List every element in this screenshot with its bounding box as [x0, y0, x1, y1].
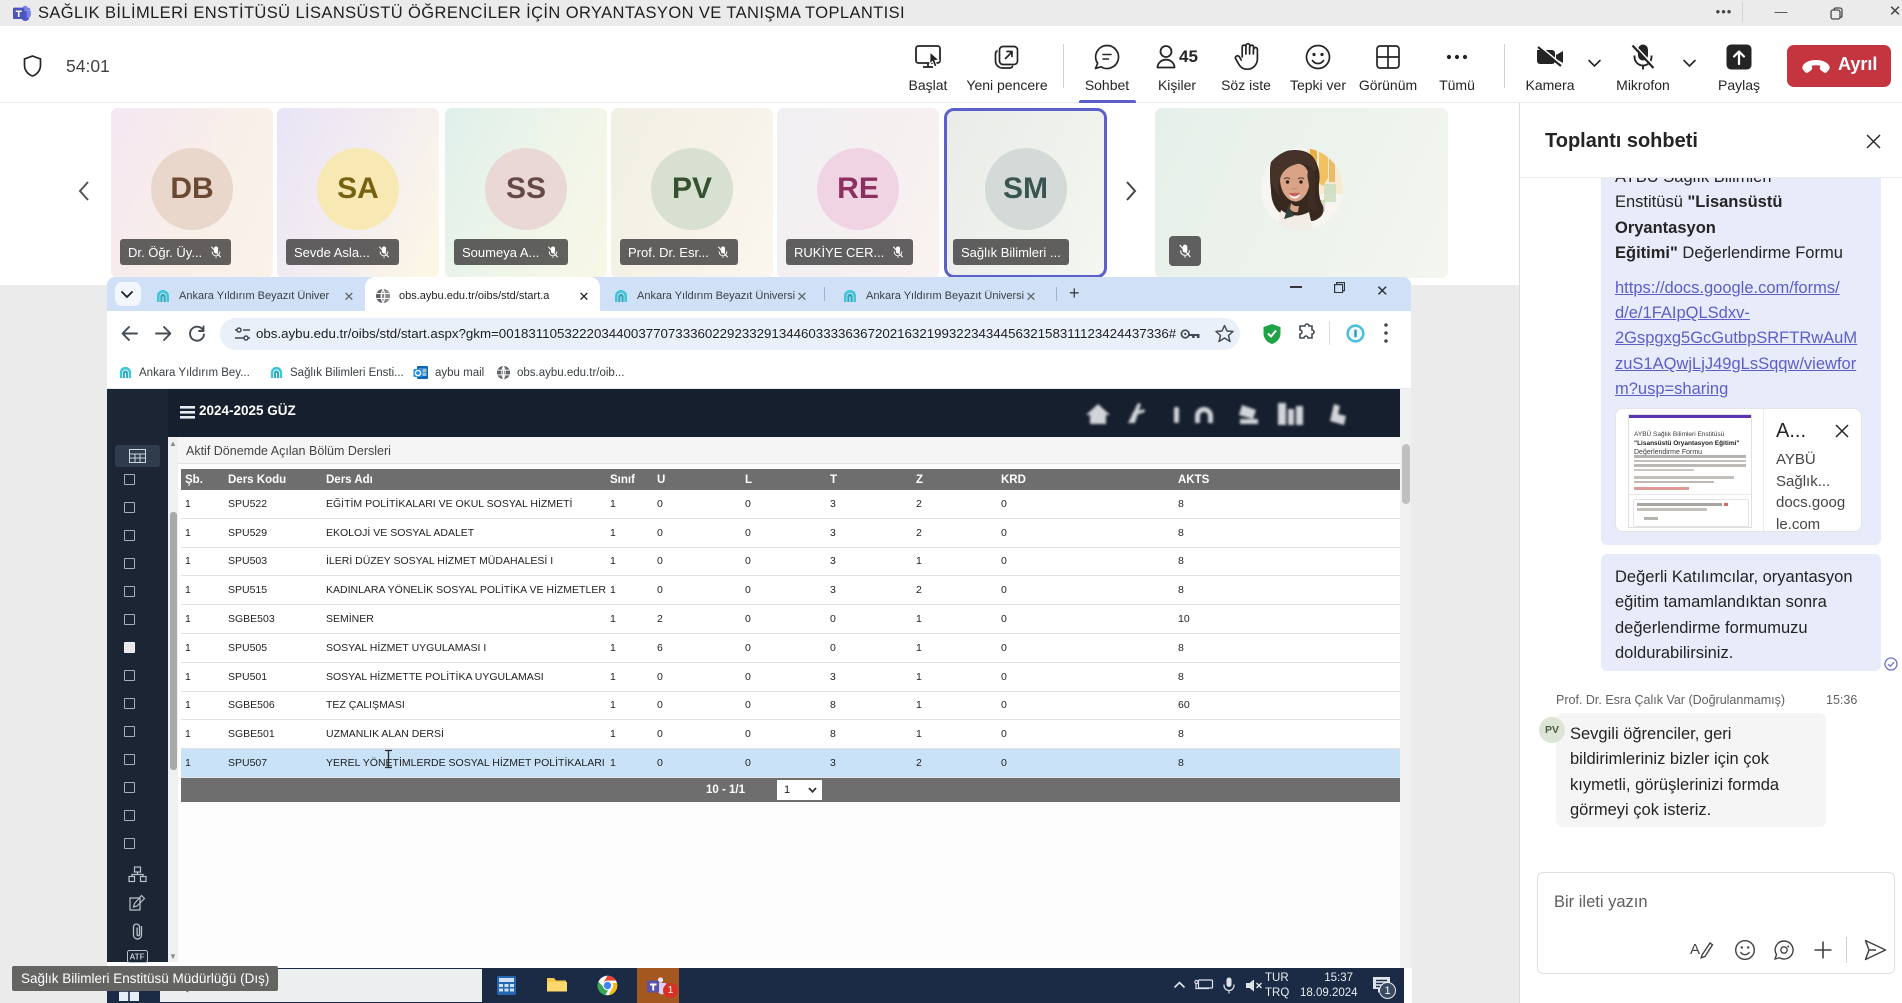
svg-text:A: A [1690, 941, 1700, 958]
svg-text:45: 45 [1179, 47, 1198, 66]
svg-text:ATF: ATF [130, 953, 145, 962]
